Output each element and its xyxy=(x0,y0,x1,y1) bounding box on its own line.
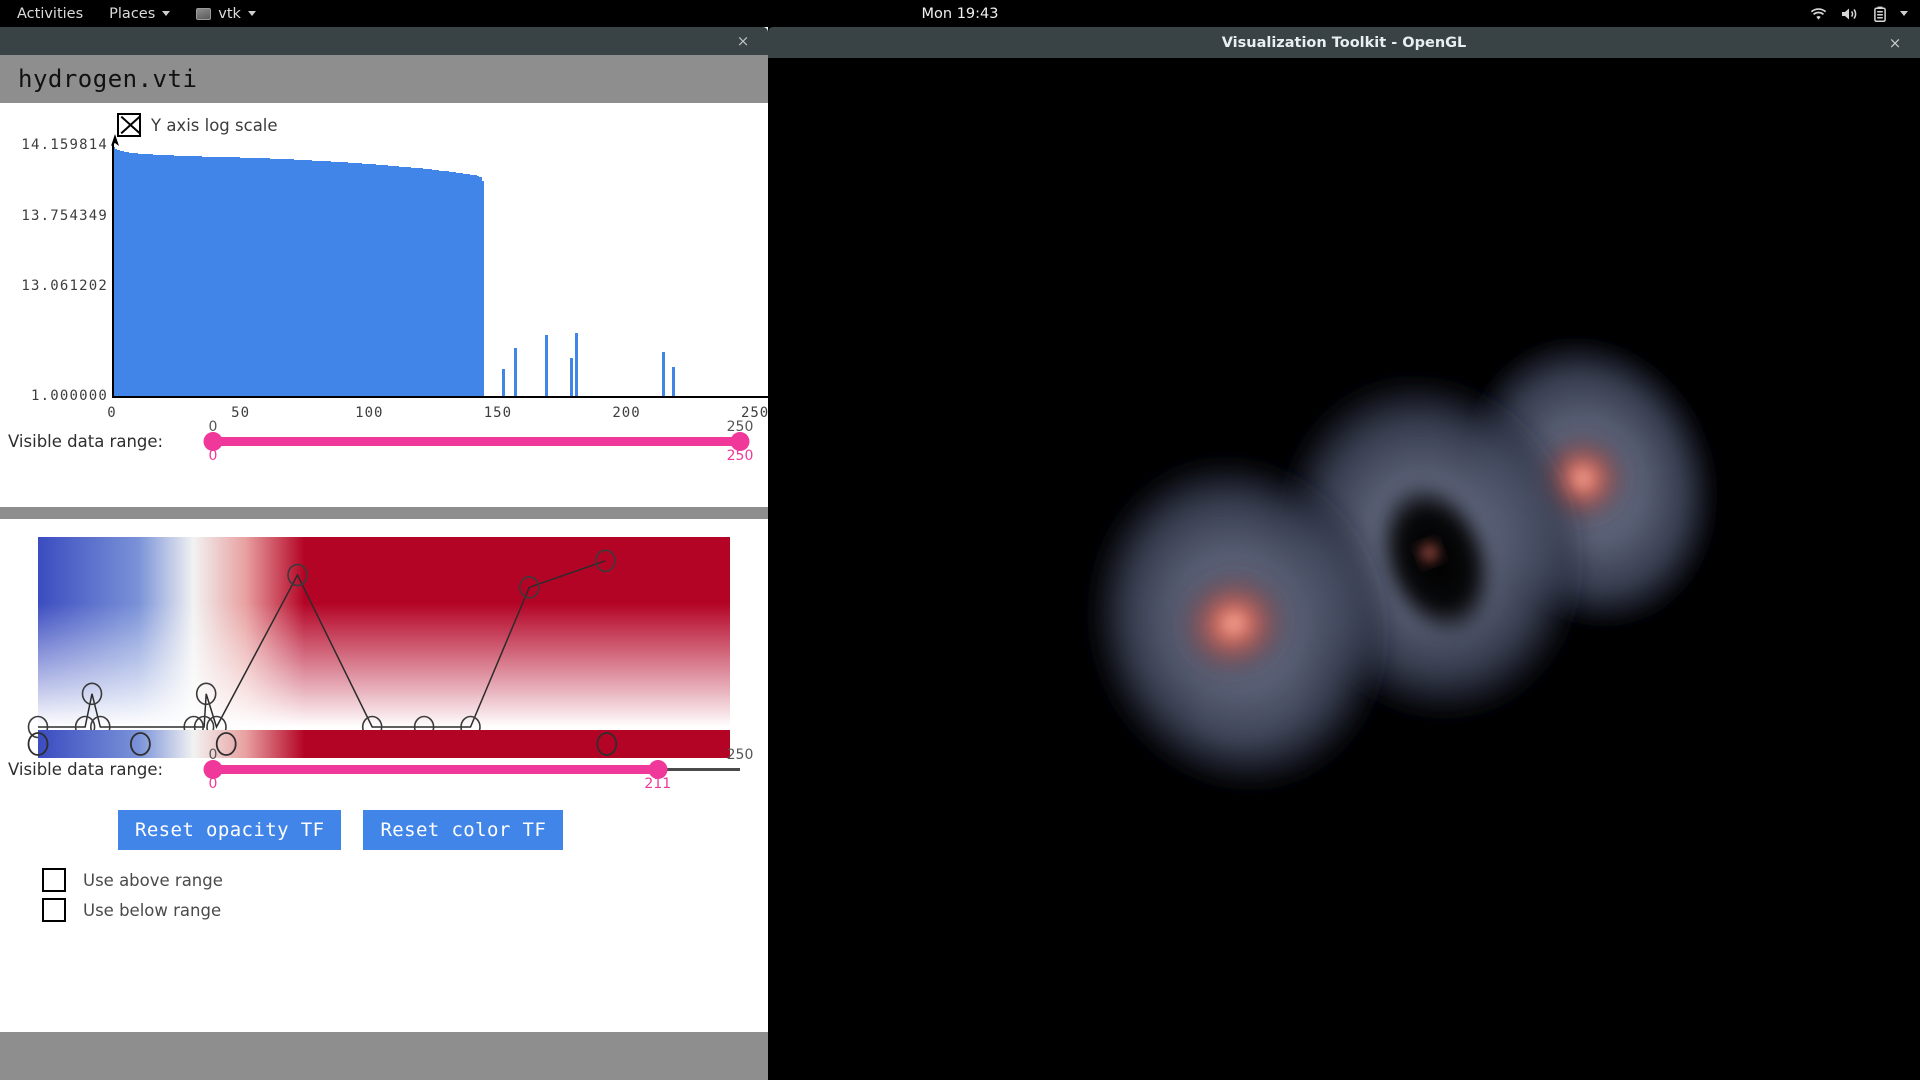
volume-render-canvas[interactable] xyxy=(768,58,1920,1080)
visible-range-label-1: Visible data range: xyxy=(8,432,213,451)
slider-max-top-label: 250 xyxy=(727,747,754,763)
y-axis-labels: 14.15981413.75434913.0612021.000000 xyxy=(0,143,108,398)
gnome-top-bar: Activities Places vtk Mon 19:43 xyxy=(0,0,1920,27)
slider-active-track[interactable] xyxy=(213,765,658,774)
close-icon[interactable]: × xyxy=(732,27,754,55)
window-footer xyxy=(0,1032,768,1080)
dataset-filename: hydrogen.vti xyxy=(18,65,197,93)
dataset-header: hydrogen.vti xyxy=(0,55,768,103)
range-options: Use above range Use below range xyxy=(0,850,768,922)
use-above-range-checkbox[interactable] xyxy=(42,868,66,892)
activities-label: Activities xyxy=(17,6,83,22)
histogram-bars xyxy=(112,143,768,398)
places-menu[interactable]: Places xyxy=(96,0,183,27)
editor-window-titlebar[interactable]: × xyxy=(0,27,768,55)
screen: Activities Places vtk Mon 19:43 xyxy=(0,0,1920,1080)
activities-button[interactable]: Activities xyxy=(0,0,96,27)
log-scale-checkbox-row[interactable]: Y axis log scale xyxy=(0,103,768,137)
vtk-render-window: Visualization Toolkit - OpenGL × xyxy=(768,27,1920,1080)
visible-range-slider-1[interactable]: 0 250 0 250 xyxy=(213,420,740,462)
volume-icon xyxy=(1841,7,1860,21)
slider-min-value: 0 xyxy=(209,448,218,464)
use-above-range-row[interactable]: Use above range xyxy=(42,868,768,892)
chevron-down-icon xyxy=(248,11,256,16)
use-below-range-checkbox[interactable] xyxy=(42,898,66,922)
app-menu-label: vtk xyxy=(218,6,241,22)
slider-min-top-label: 0 xyxy=(209,747,218,763)
transfer-function-panel: Visible data range: 0 250 0 211 Reset op… xyxy=(0,537,768,922)
transfer-function-editor-window: × hydrogen.vti Y axis log scale 14.15981… xyxy=(0,27,768,1080)
panel-divider[interactable] xyxy=(0,507,768,519)
vtk-window-titlebar[interactable]: Visualization Toolkit - OpenGL × xyxy=(768,27,1920,58)
slider-max-value: 250 xyxy=(727,448,754,464)
reset-color-tf-button[interactable]: Reset color TF xyxy=(363,810,563,850)
histogram-plot[interactable]: 14.15981413.75434913.0612021.000000 0501… xyxy=(0,143,768,398)
slider-min-value: 0 xyxy=(209,776,218,792)
close-icon[interactable]: × xyxy=(1884,27,1906,58)
slider-max-value: 211 xyxy=(644,776,671,792)
histogram-panel: Y axis log scale 14.15981413.75434913.06… xyxy=(0,103,768,507)
vtk-window-title: Visualization Toolkit - OpenGL xyxy=(1222,35,1467,51)
slider-min-top-label: 0 xyxy=(209,419,218,435)
battery-icon xyxy=(1874,6,1886,22)
hydrogen-orbital-render xyxy=(768,58,1920,1080)
use-above-range-label: Use above range xyxy=(83,871,223,890)
slider-active-track[interactable] xyxy=(213,437,740,446)
visible-range-slider-2[interactable]: 0 250 0 211 xyxy=(213,748,740,790)
wifi-icon xyxy=(1810,7,1827,21)
system-tray[interactable] xyxy=(1810,0,1908,27)
application-icon xyxy=(196,8,211,20)
clock[interactable]: Mon 19:43 xyxy=(0,6,1920,22)
reset-opacity-tf-button[interactable]: Reset opacity TF xyxy=(118,810,341,850)
use-below-range-label: Use below range xyxy=(83,901,221,920)
app-menu-vtk[interactable]: vtk xyxy=(183,0,269,27)
transfer-function-widget[interactable] xyxy=(38,537,730,752)
reset-buttons-row: Reset opacity TF Reset color TF xyxy=(0,790,768,850)
places-label: Places xyxy=(109,6,155,22)
log-scale-label: Y axis log scale xyxy=(151,116,278,135)
chevron-down-icon[interactable] xyxy=(1900,11,1908,16)
chevron-down-icon xyxy=(162,11,170,16)
use-below-range-row[interactable]: Use below range xyxy=(42,898,768,922)
slider-max-top-label: 250 xyxy=(727,419,754,435)
